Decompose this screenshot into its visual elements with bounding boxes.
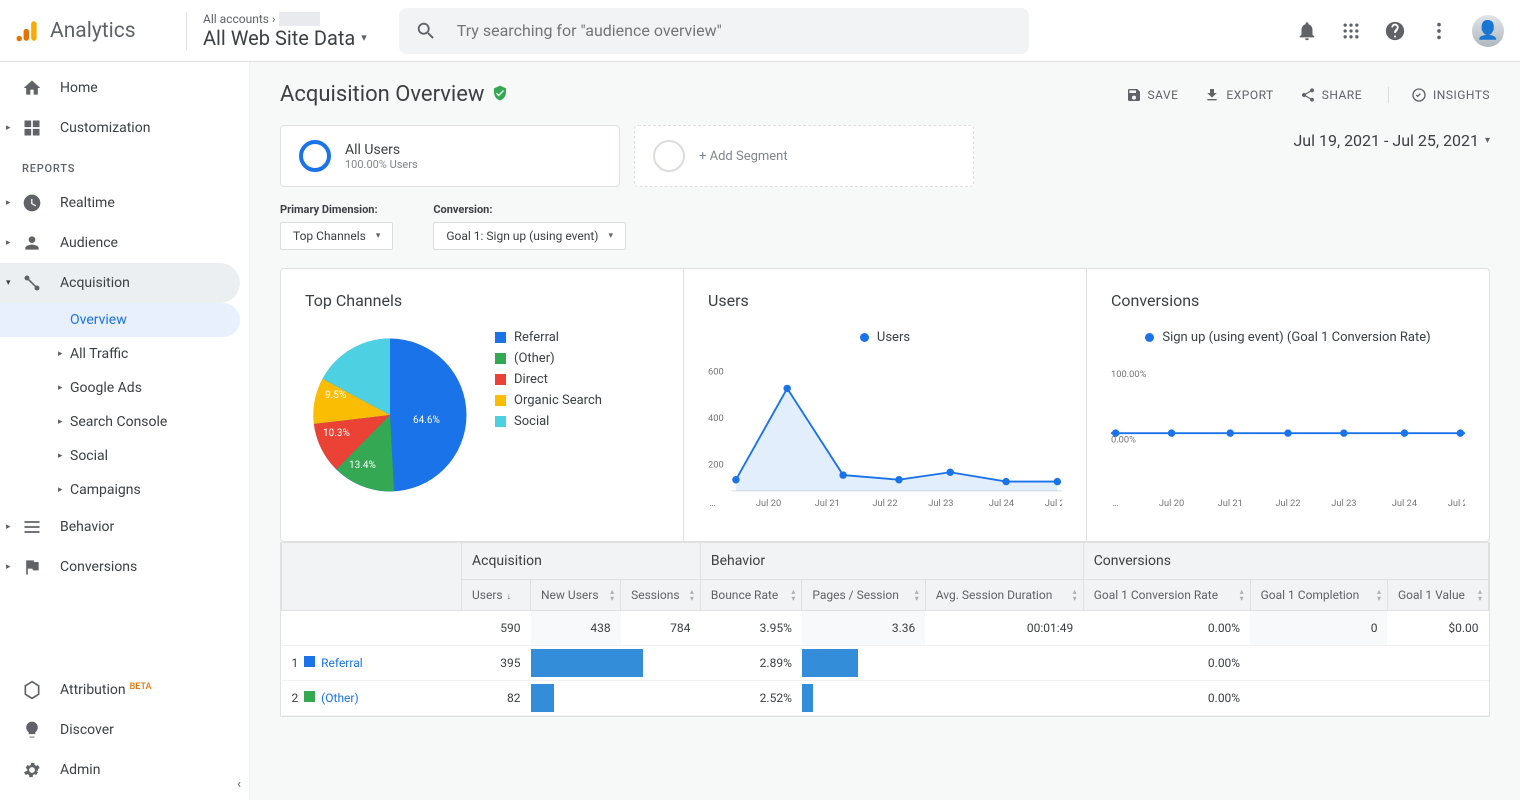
nav-acq-campaigns[interactable]: Campaigns — [0, 473, 249, 507]
nav-reports-label: REPORTS — [0, 148, 249, 183]
table-row[interactable]: 1 Referral 395 2.89% 0.00% — [282, 646, 1489, 681]
save-button[interactable]: SAVE — [1126, 87, 1179, 103]
col-new-users[interactable]: New Users▴▾ — [531, 580, 621, 611]
svg-text:Jul 24: Jul 24 — [989, 498, 1015, 509]
more-icon[interactable] — [1428, 20, 1450, 42]
col-g1cr[interactable]: Goal 1 Conversion Rate▴▾ — [1083, 580, 1250, 611]
search-input[interactable] — [457, 21, 1013, 40]
svg-text:…: … — [710, 498, 716, 509]
add-segment-button[interactable]: + Add Segment — [634, 125, 974, 187]
svg-text:…: … — [1113, 498, 1119, 509]
sidebar: Home Customization REPORTS Realtime Audi… — [0, 62, 250, 800]
chart-conversions: Conversions Sign up (using event) (Goal … — [1087, 269, 1489, 541]
col-pages[interactable]: Pages / Session▴▾ — [802, 580, 925, 611]
svg-text:400: 400 — [708, 413, 724, 424]
conversion-label: Conversion: — [433, 203, 626, 216]
page-title: Acquisition Overview — [280, 82, 484, 107]
plus-circle-icon — [653, 140, 685, 172]
svg-text:Jul 21: Jul 21 — [1218, 498, 1243, 509]
primary-dimension-label: Primary Dimension: — [280, 203, 393, 216]
sidebar-collapse-button[interactable]: ‹ — [237, 777, 241, 792]
nav-acq-google-ads[interactable]: Google Ads — [0, 371, 249, 405]
svg-text:Jul 25: Jul 25 — [1448, 498, 1465, 509]
nav-behavior[interactable]: Behavior — [0, 507, 249, 547]
col-g1v[interactable]: Goal 1 Value▴▾ — [1387, 580, 1488, 611]
col-sessions[interactable]: Sessions▴▾ — [621, 580, 701, 611]
chart-top-channels: Top Channels 64.6% 13.4% 10.3% — [281, 269, 684, 541]
svg-text:Jul 24: Jul 24 — [1392, 498, 1418, 509]
beta-badge: BETA — [130, 682, 152, 692]
svg-text:Jul 25: Jul 25 — [1045, 498, 1062, 509]
nav-acq-all-traffic[interactable]: All Traffic — [0, 337, 249, 371]
svg-text:Jul 20: Jul 20 — [756, 498, 781, 509]
segment-all-users[interactable]: All Users100.00% Users — [280, 125, 620, 187]
nav-acquisition[interactable]: ▾Acquisition — [0, 263, 240, 303]
date-range-picker[interactable]: Jul 19, 2021 - Jul 25, 2021▾ — [1293, 125, 1490, 150]
product-name: Analytics — [50, 19, 136, 43]
analytics-logo-icon — [16, 18, 42, 44]
nav-acq-search-console[interactable]: Search Console — [0, 405, 249, 439]
svg-text:Jul 23: Jul 23 — [1331, 498, 1356, 509]
conversion-dropdown[interactable]: Goal 1: Sign up (using event) — [433, 222, 626, 250]
nav-realtime[interactable]: Realtime — [0, 183, 249, 223]
svg-text:100.00%: 100.00% — [1111, 369, 1147, 380]
insights-button[interactable]: INSIGHTS — [1388, 87, 1490, 103]
svg-text:Jul 23: Jul 23 — [928, 498, 953, 509]
table-row[interactable]: 2 (Other) 82 2.52% 0.00% — [282, 681, 1489, 716]
search-bar[interactable] — [399, 8, 1029, 54]
nav-conversions[interactable]: Conversions — [0, 547, 249, 587]
chart-users: Users Users 600 400 200 …Jul 20Jul 21Jul… — [684, 269, 1087, 541]
pie-label-referral: 64.6% — [413, 415, 440, 426]
table-totals-row: 590 438 784 3.95% 3.36 00:01:49 0.00% 0 … — [282, 611, 1489, 646]
nav-attribution[interactable]: AttributionBETA — [0, 670, 249, 710]
main-content: Acquisition Overview SAVE EXPORT SHARE I… — [250, 62, 1520, 800]
segment-circle-icon — [299, 140, 331, 172]
help-icon[interactable] — [1384, 20, 1406, 42]
svg-text:Jul 22: Jul 22 — [1275, 498, 1300, 509]
svg-text:600: 600 — [708, 366, 724, 377]
pie-label-organic: 9.5% — [325, 390, 346, 401]
share-button[interactable]: SHARE — [1300, 87, 1362, 103]
pie-label-other: 13.4% — [349, 460, 376, 471]
nav-acq-social[interactable]: Social — [0, 439, 249, 473]
channels-table: Acquisition Behavior Conversions Users↓ … — [280, 542, 1490, 717]
svg-text:Jul 22: Jul 22 — [872, 498, 897, 509]
col-dur[interactable]: Avg. Session Duration▴▾ — [925, 580, 1083, 611]
nav-acq-overview[interactable]: Overview — [0, 303, 240, 337]
svg-text:Jul 21: Jul 21 — [815, 498, 840, 509]
nav-home[interactable]: Home — [0, 68, 249, 108]
primary-dimension-dropdown[interactable]: Top Channels — [280, 222, 393, 250]
nav-customization[interactable]: Customization — [0, 108, 249, 148]
col-bounce[interactable]: Bounce Rate▴▾ — [700, 580, 801, 611]
apps-icon[interactable] — [1340, 20, 1362, 42]
verified-shield-icon — [492, 85, 508, 105]
nav-admin[interactable]: Admin — [0, 750, 249, 790]
search-icon — [415, 20, 437, 42]
pie-legend: Referral(Other)DirectOrganic SearchSocia… — [495, 330, 602, 435]
account-avatar[interactable]: 👤 — [1472, 15, 1504, 47]
nav-discover[interactable]: Discover — [0, 710, 249, 750]
export-button[interactable]: EXPORT — [1204, 87, 1273, 103]
notifications-icon[interactable] — [1296, 20, 1318, 42]
product-logo: Analytics — [16, 18, 176, 44]
nav-audience[interactable]: Audience — [0, 223, 249, 263]
svg-text:200: 200 — [708, 460, 724, 471]
pie-label-direct: 10.3% — [323, 428, 350, 439]
view-selector[interactable]: All Web Site Data▾ — [203, 26, 367, 50]
col-g1c[interactable]: Goal 1 Completion▴▾ — [1250, 580, 1387, 611]
svg-text:Jul 20: Jul 20 — [1159, 498, 1184, 509]
breadcrumb[interactable]: All accounts › x — [203, 12, 367, 26]
col-users[interactable]: Users↓ — [462, 580, 531, 611]
